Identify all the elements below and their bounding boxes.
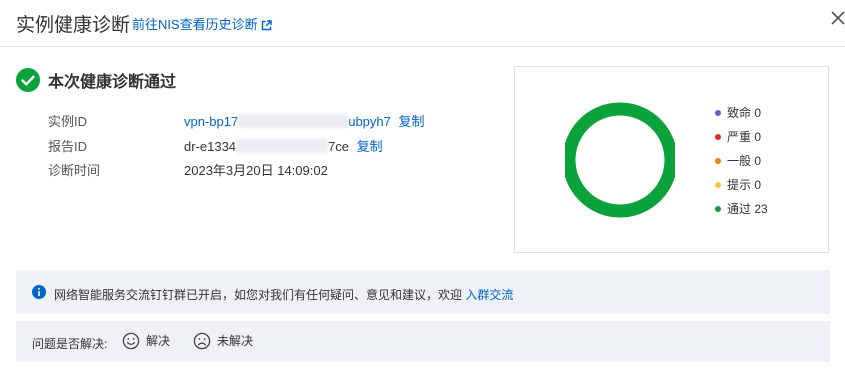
- legend-label: 提示: [727, 178, 752, 192]
- solved-label: 解决: [146, 334, 171, 348]
- instance-id-suffix: ubpyh7: [348, 114, 391, 129]
- smile-icon: [122, 332, 140, 350]
- instance-id-value: vpn-bp17 ubpyh7 复制: [184, 111, 425, 130]
- dialog-title: 实例健康诊断: [16, 15, 131, 36]
- history-link-label: 前往NIS查看历史诊断: [132, 17, 258, 32]
- legend-item-hint: 提示 0: [715, 176, 761, 193]
- report-id-suffix: 7ce: [328, 139, 350, 154]
- legend-label: 通过: [727, 202, 752, 216]
- diagnosis-time-value: 2023年3月20日 14:09:02: [184, 163, 328, 178]
- info-icon: [32, 285, 46, 299]
- result-donut-chart: [565, 102, 675, 218]
- dingtalk-notice: 网络智能服务交流钉钉群已开启，如您对我们有任何疑问、意见和建议，欢迎 入群交流: [16, 270, 830, 314]
- join-group-link[interactable]: 入群交流: [465, 288, 513, 302]
- dialog-header: 实例健康诊断 前往NIS查看历史诊断: [0, 0, 845, 47]
- history-diagnosis-link[interactable]: 前往NIS查看历史诊断: [132, 14, 272, 33]
- legend-dot: [715, 206, 721, 212]
- check-circle-icon: [16, 68, 40, 92]
- legend-item-severe: 严重 0: [715, 128, 761, 145]
- legend-dot: [715, 158, 721, 164]
- notice-message: 网络智能服务交流钉钉群已开启，如您对我们有任何疑问、意见和建议，欢迎: [54, 288, 463, 302]
- report-id-prefix: dr-e1334: [184, 139, 237, 154]
- feedback-bar: 问题是否解决: 解决 未解决: [16, 321, 830, 362]
- solved-button[interactable]: 解决: [122, 332, 170, 350]
- report-id-value: dr-e1334 7ce 复制: [184, 136, 383, 155]
- legend-label: 严重: [727, 130, 752, 144]
- diagnosis-result-title: 本次健康诊断通过: [48, 74, 177, 91]
- legend-item-normal: 一般 0: [715, 152, 761, 169]
- donut-slice-通过: [565, 102, 675, 218]
- legend-item-pass: 通过 23: [715, 200, 768, 217]
- legend-count: 0: [754, 106, 762, 120]
- notice-text: 网络智能服务交流钉钉群已开启，如您对我们有任何疑问、意见和建议，欢迎 入群交流: [54, 286, 513, 303]
- redacted-blur: [236, 139, 329, 153]
- diagnosis-time-label: 诊断时间: [48, 163, 101, 178]
- copy-instance-id-button[interactable]: 复制: [399, 114, 425, 129]
- instance-id-label: 实例ID: [48, 114, 88, 129]
- external-link-icon: [261, 20, 272, 31]
- instance-id-link[interactable]: vpn-bp17 ubpyh7: [184, 114, 391, 129]
- legend-dot: [715, 110, 721, 116]
- instance-id-prefix: vpn-bp17: [184, 114, 239, 129]
- close-icon[interactable]: [830, 10, 845, 26]
- legend-count: 0: [754, 178, 762, 192]
- unsolved-button[interactable]: 未解决: [193, 332, 253, 350]
- feedback-question: 问题是否解决:: [32, 337, 108, 351]
- legend-count: 0: [754, 154, 762, 168]
- legend-dot: [715, 182, 721, 188]
- frown-icon: [193, 332, 211, 350]
- legend-count: 0: [754, 130, 762, 144]
- report-id-label: 报告ID: [48, 139, 88, 154]
- redacted-blur: [238, 114, 349, 128]
- copy-report-id-button[interactable]: 复制: [357, 139, 383, 154]
- legend-dot: [715, 134, 721, 140]
- legend-count: 23: [754, 202, 768, 216]
- legend-label: 致命: [727, 106, 752, 120]
- legend-label: 一般: [727, 154, 752, 168]
- legend-item-fatal: 致命 0: [715, 104, 761, 121]
- unsolved-label: 未解决: [217, 334, 254, 348]
